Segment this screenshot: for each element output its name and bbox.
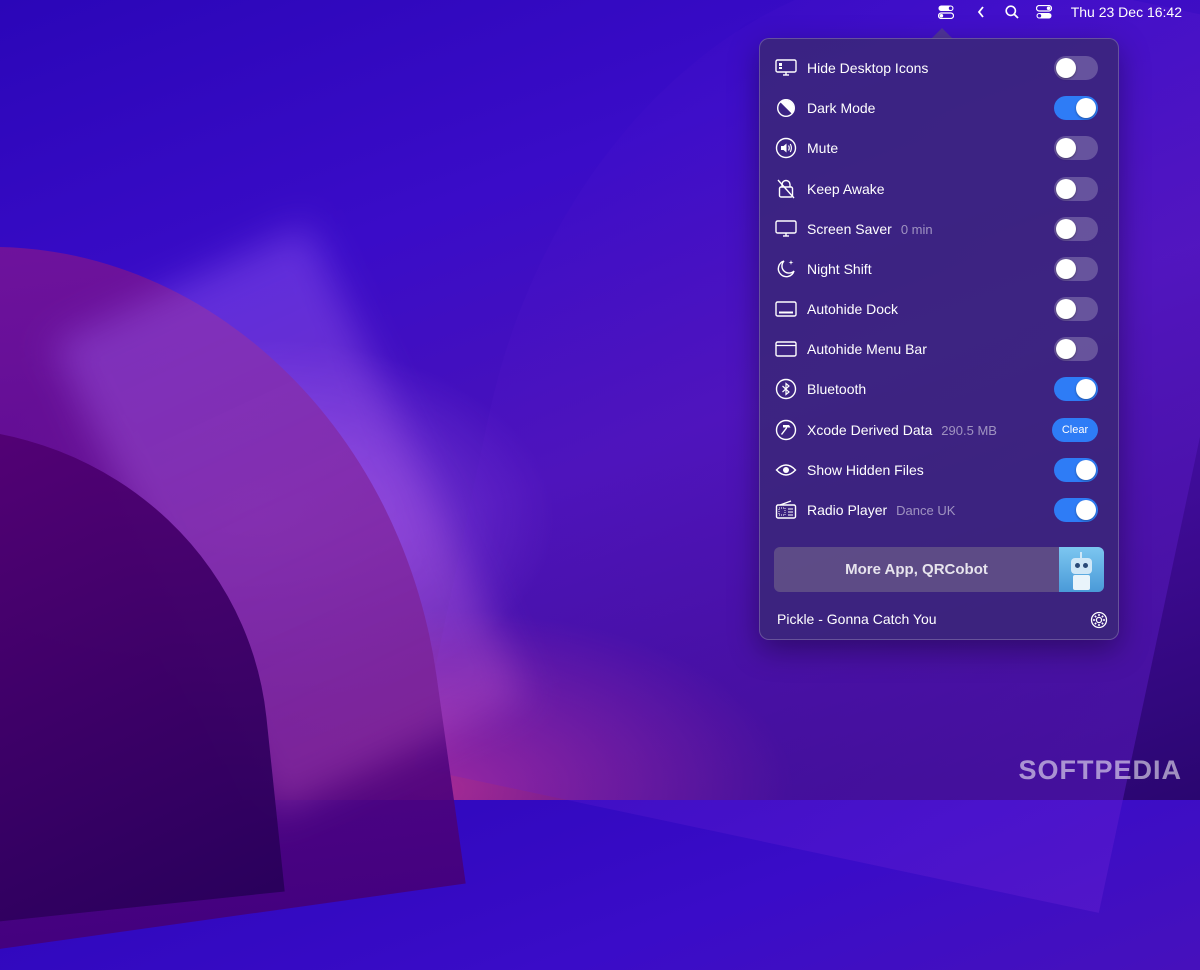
keep-awake-toggle[interactable] <box>1054 177 1098 201</box>
moon-icon <box>774 257 798 281</box>
row-night-shift[interactable]: Night Shift <box>774 254 1104 284</box>
lock-slash-icon <box>774 177 798 201</box>
toggle-knob <box>1056 219 1076 239</box>
now-playing-track: Pickle - Gonna Catch You <box>777 611 937 627</box>
row-label: Xcode Derived Data <box>807 422 933 438</box>
toggle-knob <box>1076 500 1096 520</box>
toggle-menu-popover: Hide Desktop Icons Dark Mode Mute Keep A… <box>759 38 1119 640</box>
row-bluetooth[interactable]: Bluetooth <box>774 374 1104 404</box>
autohide-menu-bar-toggle[interactable] <box>1054 337 1098 361</box>
dark-mode-toggle[interactable] <box>1054 96 1098 120</box>
row-label: Keep Awake <box>807 181 885 197</box>
dock-icon <box>774 297 798 321</box>
menubar-clock[interactable]: Thu 23 Dec 16:42 <box>1071 4 1182 20</box>
hide-desktop-icons-toggle[interactable] <box>1054 56 1098 80</box>
control-center-icon[interactable] <box>1034 3 1054 21</box>
row-label: Mute <box>807 140 839 156</box>
monitor-icon <box>774 217 798 241</box>
night-shift-toggle[interactable] <box>1054 257 1098 281</box>
robot-eye <box>1083 563 1088 568</box>
row-mute[interactable]: Mute <box>774 133 1104 163</box>
mute-toggle[interactable] <box>1054 136 1098 160</box>
row-label: Bluetooth <box>807 381 867 397</box>
eye-icon <box>774 458 798 482</box>
promo-banner[interactable]: More App, QRCobot <box>774 547 1104 592</box>
row-label: Screen Saver <box>807 221 892 237</box>
radio-player-toggle[interactable] <box>1054 498 1098 522</box>
radio-station: Dance UK <box>896 502 956 518</box>
toggle-knob <box>1056 58 1076 78</box>
screen-saver-value: 0 min <box>900 221 933 237</box>
row-label: Radio Player <box>807 502 888 518</box>
row-autohide-menu-bar[interactable]: Autohide Menu Bar <box>774 334 1104 364</box>
toggle-knob <box>1076 460 1096 480</box>
menu-bar: Thu 23 Dec 16:42 <box>0 0 1200 24</box>
screen-saver-toggle[interactable] <box>1054 217 1098 241</box>
toggle-knob <box>1076 379 1096 399</box>
row-hide-desktop-icons[interactable]: Hide Desktop Icons <box>774 53 1104 83</box>
row-dark-mode[interactable]: Dark Mode <box>774 93 1104 123</box>
menubar-icon <box>774 337 798 361</box>
row-radio-player[interactable]: Radio Player Dance UK <box>774 495 1104 525</box>
row-show-hidden-files[interactable]: Show Hidden Files <box>774 455 1104 485</box>
show-hidden-files-toggle[interactable] <box>1054 458 1098 482</box>
toggle-knob <box>1076 98 1096 118</box>
toggle-knob <box>1056 138 1076 158</box>
radio-icon <box>774 498 798 522</box>
promo-label: More App, QRCobot <box>845 561 988 578</box>
toggle-knob <box>1056 179 1076 199</box>
autohide-dock-toggle[interactable] <box>1054 297 1098 321</box>
bluetooth-toggle[interactable] <box>1054 377 1098 401</box>
bluetooth-icon <box>774 377 798 401</box>
row-label: Autohide Menu Bar <box>807 341 927 357</box>
robot-eye <box>1075 563 1080 568</box>
derived-data-size: 290.5 MB <box>941 422 997 438</box>
row-xcode-derived-data[interactable]: Xcode Derived Data 290.5 MB Clear <box>774 415 1104 445</box>
row-label: Show Hidden Files <box>807 462 924 478</box>
dark-mode-icon <box>774 96 798 120</box>
row-label: Dark Mode <box>807 100 876 116</box>
softpedia-watermark: SOFTPEDIA <box>1018 755 1182 785</box>
display-icon <box>774 56 798 80</box>
clear-derived-data-button[interactable]: Clear <box>1052 418 1098 442</box>
qrcobot-robot-icon <box>1059 547 1104 592</box>
speaker-icon <box>774 136 798 160</box>
search-icon[interactable] <box>1003 3 1021 21</box>
row-label: Night Shift <box>807 261 872 277</box>
toggle-knob <box>1056 299 1076 319</box>
row-label: Autohide Dock <box>807 301 899 317</box>
row-label: Hide Desktop Icons <box>807 60 929 76</box>
gear-icon[interactable] <box>1090 611 1108 629</box>
toggle-knob <box>1056 259 1076 279</box>
row-screen-saver[interactable]: Screen Saver 0 min <box>774 214 1104 244</box>
hammer-icon <box>774 418 798 442</box>
toggle-menu-icon[interactable] <box>936 3 956 21</box>
robot-body <box>1073 575 1090 590</box>
toggle-knob <box>1056 339 1076 359</box>
row-keep-awake[interactable]: Keep Awake <box>774 174 1104 204</box>
chevron-left-icon[interactable] <box>974 3 988 21</box>
row-autohide-dock[interactable]: Autohide Dock <box>774 294 1104 324</box>
